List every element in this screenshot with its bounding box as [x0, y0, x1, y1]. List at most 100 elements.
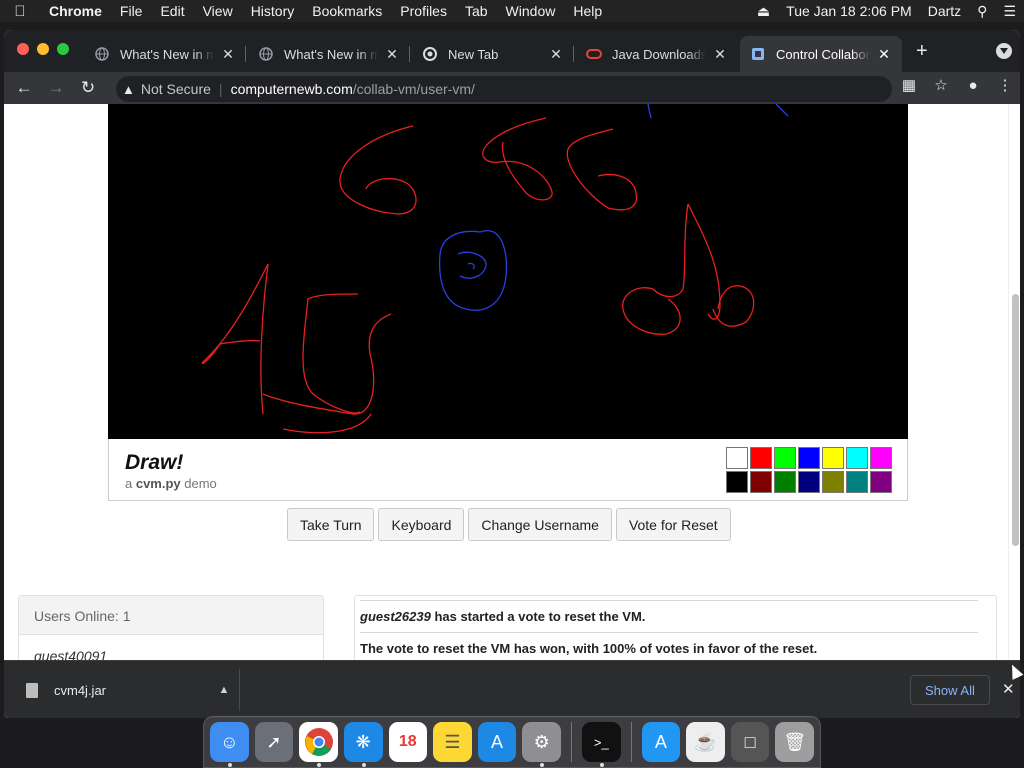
java-file-icon[interactable]: ☕: [686, 722, 725, 762]
take-turn-button[interactable]: Take Turn: [287, 508, 375, 541]
control-center-icon[interactable]: ☰: [995, 3, 1024, 20]
page-scrollbar[interactable]: [1008, 104, 1020, 660]
menu-window[interactable]: Window: [497, 3, 565, 19]
cvm-icon: [750, 46, 766, 62]
menu-app-name[interactable]: Chrome: [40, 3, 111, 19]
terminal-icon[interactable]: >_: [581, 722, 621, 767]
chrome-icon[interactable]: [299, 722, 338, 767]
tab-close-icon[interactable]: ✕: [876, 46, 892, 63]
menu-edit[interactable]: Edit: [151, 3, 193, 19]
reload-icon[interactable]: ↻: [72, 78, 104, 98]
color-swatch-red[interactable]: [750, 447, 772, 469]
preview-icon[interactable]: □: [730, 722, 770, 762]
color-swatch-magenta[interactable]: [870, 447, 892, 469]
menubar-datetime[interactable]: Tue Jan 18 2:06 PM: [778, 3, 920, 19]
color-swatch-dark-green[interactable]: [774, 471, 796, 493]
users-online-panel: Users Online: 1 guest40091: [18, 595, 324, 660]
menu-view[interactable]: View: [194, 3, 242, 19]
not-secure-warning-icon[interactable]: ▲: [122, 82, 135, 97]
chat-log: guest26239 has started a vote to reset t…: [354, 595, 997, 660]
color-swatch-teal[interactable]: [846, 471, 868, 493]
apple-menu-icon[interactable]: : [0, 3, 40, 20]
calendar-icon[interactable]: 18: [388, 722, 428, 762]
menu-file[interactable]: File: [111, 3, 152, 19]
color-swatch-cyan[interactable]: [846, 447, 868, 469]
launchpad-icon[interactable]: ➚: [254, 722, 294, 762]
qr-code-icon[interactable]: ▦: [900, 76, 918, 94]
tab-java-downloads[interactable]: Java Downloads | Oracle ✕: [576, 36, 738, 72]
back-arrow-icon[interactable]: ←: [8, 78, 40, 98]
address-separator: |: [218, 81, 223, 97]
eject-icon[interactable]: ⏏: [749, 3, 778, 20]
color-swatch-purple[interactable]: [870, 471, 892, 493]
menu-profiles[interactable]: Profiles: [391, 3, 456, 19]
color-swatch-white[interactable]: [726, 447, 748, 469]
change-username-button[interactable]: Change Username: [468, 508, 612, 541]
browser-toolbar: ← → ↻ ▲ Not Secure | computernewb.com /c…: [4, 72, 1020, 104]
profile-avatar-icon[interactable]: ●: [964, 77, 982, 94]
url-path[interactable]: /collab-vm/user-vm/: [353, 81, 475, 97]
new-tab-button[interactable]: +: [916, 41, 928, 61]
tab-whats-new-2[interactable]: What's New in macOS ✕: [248, 36, 410, 72]
color-swatch-yellow[interactable]: [822, 447, 844, 469]
download-shelf: cvm4j.jar ▲ Show All ✕: [4, 660, 1020, 718]
scrollbar-thumb[interactable]: [1012, 294, 1019, 546]
chat-message-text: has started a vote to reset the VM.: [430, 609, 646, 624]
running-indicator: [599, 763, 604, 767]
more-menu-icon[interactable]: ⋮: [996, 76, 1014, 94]
close-window-button[interactable]: [17, 43, 29, 55]
color-swatch-black[interactable]: [726, 471, 748, 493]
tab-control-collaborative-vm[interactable]: Control Collaborative VM ✕: [740, 36, 902, 72]
running-indicator: [361, 763, 366, 767]
color-swatch-maroon[interactable]: [750, 471, 772, 493]
globe-icon: [94, 46, 110, 62]
menu-bookmarks[interactable]: Bookmarks: [303, 3, 391, 19]
downloads-folder-icon[interactable]: A: [641, 722, 681, 762]
finder-icon[interactable]: ☺: [210, 722, 249, 767]
color-swatch-green[interactable]: [774, 447, 796, 469]
menu-history[interactable]: History: [242, 3, 304, 19]
bookmark-star-icon[interactable]: ☆: [932, 76, 950, 94]
security-label[interactable]: Not Secure: [141, 81, 211, 97]
menu-tab[interactable]: Tab: [456, 3, 497, 19]
tab-title: Control Collaborative VM: [776, 46, 870, 62]
keyboard-button[interactable]: Keyboard: [378, 508, 465, 541]
spotlight-search-icon[interactable]: ⚲: [969, 3, 995, 20]
running-indicator: [317, 763, 322, 767]
tab-whats-new-1[interactable]: What's New in macOS ✕: [84, 36, 246, 72]
tab-strip: What's New in macOS ✕ What's New in macO…: [4, 30, 1020, 72]
color-swatch-blue[interactable]: [798, 447, 820, 469]
safari-icon[interactable]: ❋: [343, 722, 383, 767]
subtitle-suffix: demo: [180, 476, 217, 491]
forward-arrow-icon[interactable]: →: [40, 78, 72, 98]
show-all-button[interactable]: Show All: [910, 675, 990, 705]
menu-help[interactable]: Help: [564, 3, 611, 19]
download-file-name[interactable]: cvm4j.jar: [54, 683, 209, 698]
draw-subtitle: a cvm.py demo: [125, 476, 217, 491]
zoom-window-button[interactable]: [57, 43, 69, 55]
tab-title: What's New in macOS: [120, 46, 214, 62]
tab-close-icon[interactable]: ✕: [548, 46, 564, 63]
tab-divider: [245, 46, 246, 62]
notes-icon[interactable]: ☰: [433, 722, 472, 762]
app-store-icon[interactable]: A: [477, 722, 517, 762]
menubar-user[interactable]: Dartz: [920, 3, 969, 19]
url-host[interactable]: computernewb.com: [231, 81, 353, 97]
close-icon[interactable]: ✕: [1002, 680, 1015, 698]
tab-new-tab[interactable]: New Tab ✕: [412, 36, 574, 72]
chevron-up-icon[interactable]: ▲: [209, 684, 239, 696]
tab-search-icon[interactable]: [996, 43, 1012, 59]
system-preferences-icon[interactable]: ⚙: [522, 722, 561, 767]
vm-control-buttons: Take Turn Keyboard Change Username Vote …: [287, 508, 731, 541]
vm-display-canvas[interactable]: [108, 104, 908, 439]
color-swatch-olive[interactable]: [822, 471, 844, 493]
download-item[interactable]: cvm4j.jar ▲: [14, 669, 240, 711]
trash-icon[interactable]: 🗑: [775, 722, 815, 762]
tab-close-icon[interactable]: ✕: [220, 46, 236, 63]
tab-close-icon[interactable]: ✕: [712, 46, 728, 63]
minimize-window-button[interactable]: [37, 43, 49, 55]
tab-close-icon[interactable]: ✕: [384, 46, 400, 63]
vote-for-reset-button[interactable]: Vote for Reset: [615, 508, 731, 541]
address-bar[interactable]: ▲ Not Secure | computernewb.com /collab-…: [116, 76, 892, 102]
color-swatch-navy[interactable]: [798, 471, 820, 493]
